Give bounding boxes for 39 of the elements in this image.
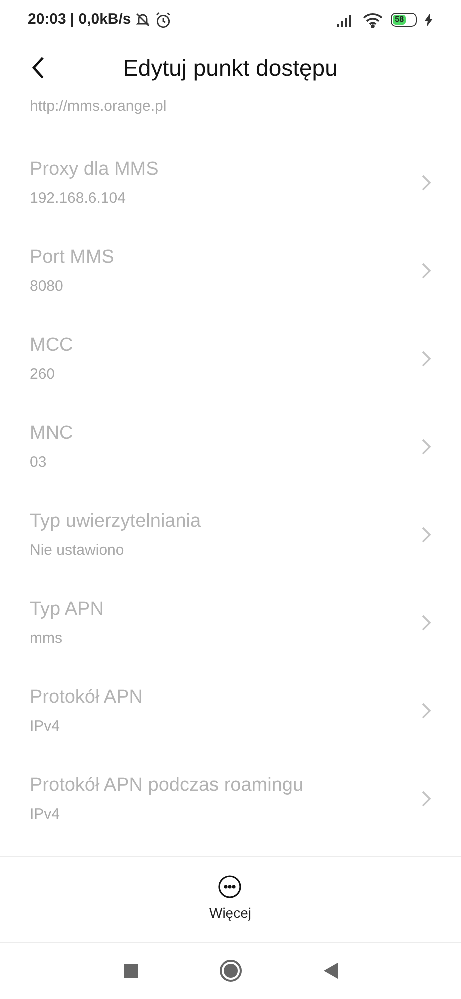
setting-label: Proxy dla MMS xyxy=(30,158,159,182)
setting-value: IPv4 xyxy=(30,716,62,736)
page-title: Edytuj punkt dostępu xyxy=(123,54,338,83)
charging-icon xyxy=(425,14,433,26)
setting-value: http://mms.orange.pl xyxy=(30,97,167,117)
back-icon xyxy=(31,56,45,80)
setting-value: 8080 xyxy=(30,276,64,296)
more-icon xyxy=(218,875,242,899)
setting-label: Port MMS xyxy=(30,246,114,270)
back-nav-icon[interactable] xyxy=(324,963,338,979)
setting-label: MNC xyxy=(30,422,74,446)
chevron-icon xyxy=(422,175,431,191)
setting-value: Nie ustawiono xyxy=(30,540,126,560)
chevron-icon xyxy=(422,615,431,631)
setting-label: Protokół APN xyxy=(30,686,143,710)
more-button[interactable]: Więcej xyxy=(209,875,252,924)
setting-value: IPv4 xyxy=(30,804,62,824)
setting-label: Protokół APN podczas roamingu xyxy=(30,774,304,798)
chevron-icon xyxy=(422,703,431,719)
status-time: 20:03 xyxy=(28,10,66,30)
chevron-icon xyxy=(422,439,431,455)
setting-value: 260 xyxy=(30,364,56,384)
chevron-icon xyxy=(422,263,431,279)
setting-value: 03 xyxy=(30,452,48,472)
setting-label: Typ uwierzytelniania xyxy=(30,510,202,534)
chevron-icon xyxy=(422,791,431,807)
setting-label: MCC xyxy=(30,334,74,358)
network-speed: | 0,0kB/s xyxy=(70,10,132,30)
alarm-icon xyxy=(155,12,172,28)
chevron-icon xyxy=(422,527,431,543)
setting-label: Typ APN xyxy=(30,598,104,622)
recents-button[interactable] xyxy=(124,964,138,978)
home-button[interactable] xyxy=(220,960,242,982)
setting-value: 192.168.6.104 xyxy=(30,188,127,208)
chevron-icon xyxy=(422,351,431,367)
muted-bell-icon xyxy=(135,12,152,28)
wifi-icon xyxy=(363,12,383,28)
battery-level: 58 xyxy=(395,16,404,24)
setting-value: mms xyxy=(30,628,64,648)
